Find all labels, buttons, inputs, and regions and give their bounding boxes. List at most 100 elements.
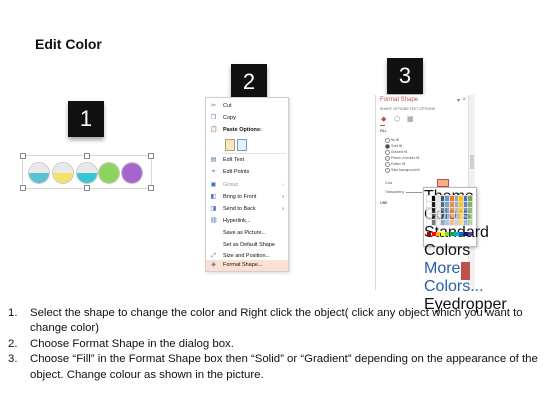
radio-slide-background-fill[interactable] — [385, 168, 390, 173]
color-swatch[interactable] — [467, 207, 474, 214]
menu-item-edit-text[interactable]: ▤ Edit Text — [206, 155, 288, 166]
color-swatch[interactable] — [467, 213, 474, 220]
menu-item-save-as-picture[interactable]: Save as Picture... — [206, 228, 288, 239]
color-swatch[interactable] — [449, 219, 455, 226]
color-swatch[interactable] — [426, 219, 432, 226]
color-swatch[interactable] — [462, 213, 469, 220]
color-swatch[interactable] — [444, 219, 451, 226]
color-swatch[interactable] — [453, 219, 460, 226]
standard-color-swatch[interactable] — [431, 232, 436, 236]
color-swatch[interactable] — [462, 219, 469, 226]
color-swatch[interactable] — [467, 219, 474, 226]
color-swatch[interactable] — [435, 219, 442, 226]
color-swatch[interactable] — [462, 201, 469, 208]
menu-item-format-shape[interactable]: ◈ Format Shape... — [206, 260, 288, 271]
standard-color-swatch[interactable] — [468, 232, 473, 236]
color-swatch[interactable] — [426, 195, 432, 202]
paste-keep-formatting-icon[interactable] — [225, 139, 235, 151]
resize-handle[interactable] — [148, 153, 154, 159]
standard-color-swatch[interactable] — [450, 232, 454, 236]
color-swatch[interactable] — [458, 201, 465, 208]
radio-gradient-fill[interactable] — [385, 150, 390, 155]
resize-handle[interactable] — [20, 185, 26, 191]
radio-picture-fill[interactable] — [385, 156, 390, 161]
menu-item-hyperlink[interactable]: ⛓ Hyperlink... — [206, 216, 288, 227]
color-swatch[interactable] — [462, 207, 469, 214]
fill-section-header[interactable]: FILL — [380, 129, 387, 133]
color-swatch[interactable] — [467, 195, 474, 202]
standard-color-swatch[interactable] — [436, 232, 441, 236]
circle-shape-4[interactable] — [98, 162, 120, 184]
color-swatch[interactable] — [449, 201, 455, 208]
menu-item-bring-to-front[interactable]: ◧ Bring to Front › — [206, 192, 288, 203]
color-swatch[interactable] — [458, 219, 465, 226]
color-swatch[interactable] — [430, 213, 437, 220]
color-swatch[interactable] — [458, 195, 465, 202]
color-swatch[interactable] — [439, 219, 446, 226]
circle-shape-5[interactable] — [121, 162, 143, 184]
close-icon[interactable]: × — [462, 97, 466, 103]
standard-color-swatch[interactable] — [445, 232, 450, 236]
scrollbar-thumb[interactable] — [470, 155, 474, 169]
color-swatch[interactable] — [435, 201, 442, 208]
menu-item-set-default-shape[interactable]: Set as Default Shape — [206, 240, 288, 251]
color-swatch[interactable] — [435, 195, 442, 202]
color-swatch[interactable] — [430, 195, 437, 202]
color-swatch[interactable] — [458, 207, 465, 214]
color-swatch[interactable] — [439, 195, 446, 202]
menu-item-group[interactable]: ▣ Group › — [206, 180, 288, 191]
color-swatch[interactable] — [458, 213, 465, 220]
radio-solid-fill[interactable] — [385, 144, 390, 149]
resize-handle[interactable] — [20, 153, 26, 159]
pane-tabs[interactable]: SHAPE OPTIONS TEXT OPTIONS — [380, 107, 435, 111]
color-swatch[interactable] — [430, 219, 437, 226]
color-swatch[interactable] — [449, 213, 455, 220]
menu-item-copy[interactable]: ❐ Copy — [206, 113, 288, 124]
color-swatch[interactable] — [435, 207, 442, 214]
menu-item-edit-points[interactable]: ⌖ Edit Points — [206, 167, 288, 178]
resize-handle[interactable] — [84, 153, 90, 159]
color-swatch[interactable] — [449, 195, 455, 202]
standard-color-swatch[interactable] — [440, 232, 445, 236]
menu-item-send-to-back[interactable]: ◨ Send to Back › — [206, 204, 288, 215]
size-properties-icon[interactable]: ▦ — [407, 115, 414, 123]
color-swatch[interactable] — [426, 213, 432, 220]
color-swatch[interactable] — [430, 207, 437, 214]
line-section-header[interactable]: LINE — [380, 201, 387, 205]
color-swatch[interactable] — [444, 213, 451, 220]
color-swatch[interactable] — [426, 207, 432, 214]
radio-no-fill[interactable] — [385, 138, 390, 143]
color-swatch[interactable] — [467, 201, 474, 208]
circle-shape-2[interactable] — [52, 162, 74, 184]
transparency-slider[interactable] — [406, 192, 422, 193]
color-swatch[interactable] — [462, 195, 469, 202]
resize-handle[interactable] — [84, 185, 90, 191]
fill-line-icon[interactable]: ◆ — [381, 115, 386, 123]
color-swatch[interactable] — [444, 195, 451, 202]
standard-color-swatch[interactable] — [454, 232, 459, 236]
color-swatch[interactable] — [426, 201, 432, 208]
resize-handle[interactable] — [148, 185, 154, 191]
color-swatch[interactable] — [453, 207, 460, 214]
standard-color-swatch[interactable] — [427, 232, 431, 236]
effects-icon[interactable]: ⬠ — [394, 115, 400, 123]
color-swatch[interactable] — [453, 213, 460, 220]
pane-options-chevron-icon[interactable]: ▾ — [457, 97, 460, 104]
paste-picture-icon[interactable] — [237, 139, 247, 151]
color-swatch[interactable] — [439, 213, 446, 220]
color-swatch[interactable] — [444, 201, 451, 208]
color-swatch[interactable] — [439, 201, 446, 208]
standard-color-swatch[interactable] — [463, 232, 468, 236]
color-picker-button[interactable] — [437, 179, 449, 187]
color-swatch[interactable] — [453, 201, 460, 208]
color-swatch[interactable] — [439, 207, 446, 214]
radio-pattern-fill[interactable] — [385, 162, 390, 167]
circle-shape-3[interactable] — [76, 162, 98, 184]
selected-shapes-group[interactable] — [20, 153, 154, 191]
color-swatch[interactable] — [444, 207, 451, 214]
standard-color-swatch[interactable] — [459, 232, 464, 236]
color-swatch[interactable] — [430, 201, 437, 208]
circle-shape-1[interactable] — [28, 162, 50, 184]
color-swatch[interactable] — [449, 207, 455, 214]
color-swatch[interactable] — [435, 213, 442, 220]
